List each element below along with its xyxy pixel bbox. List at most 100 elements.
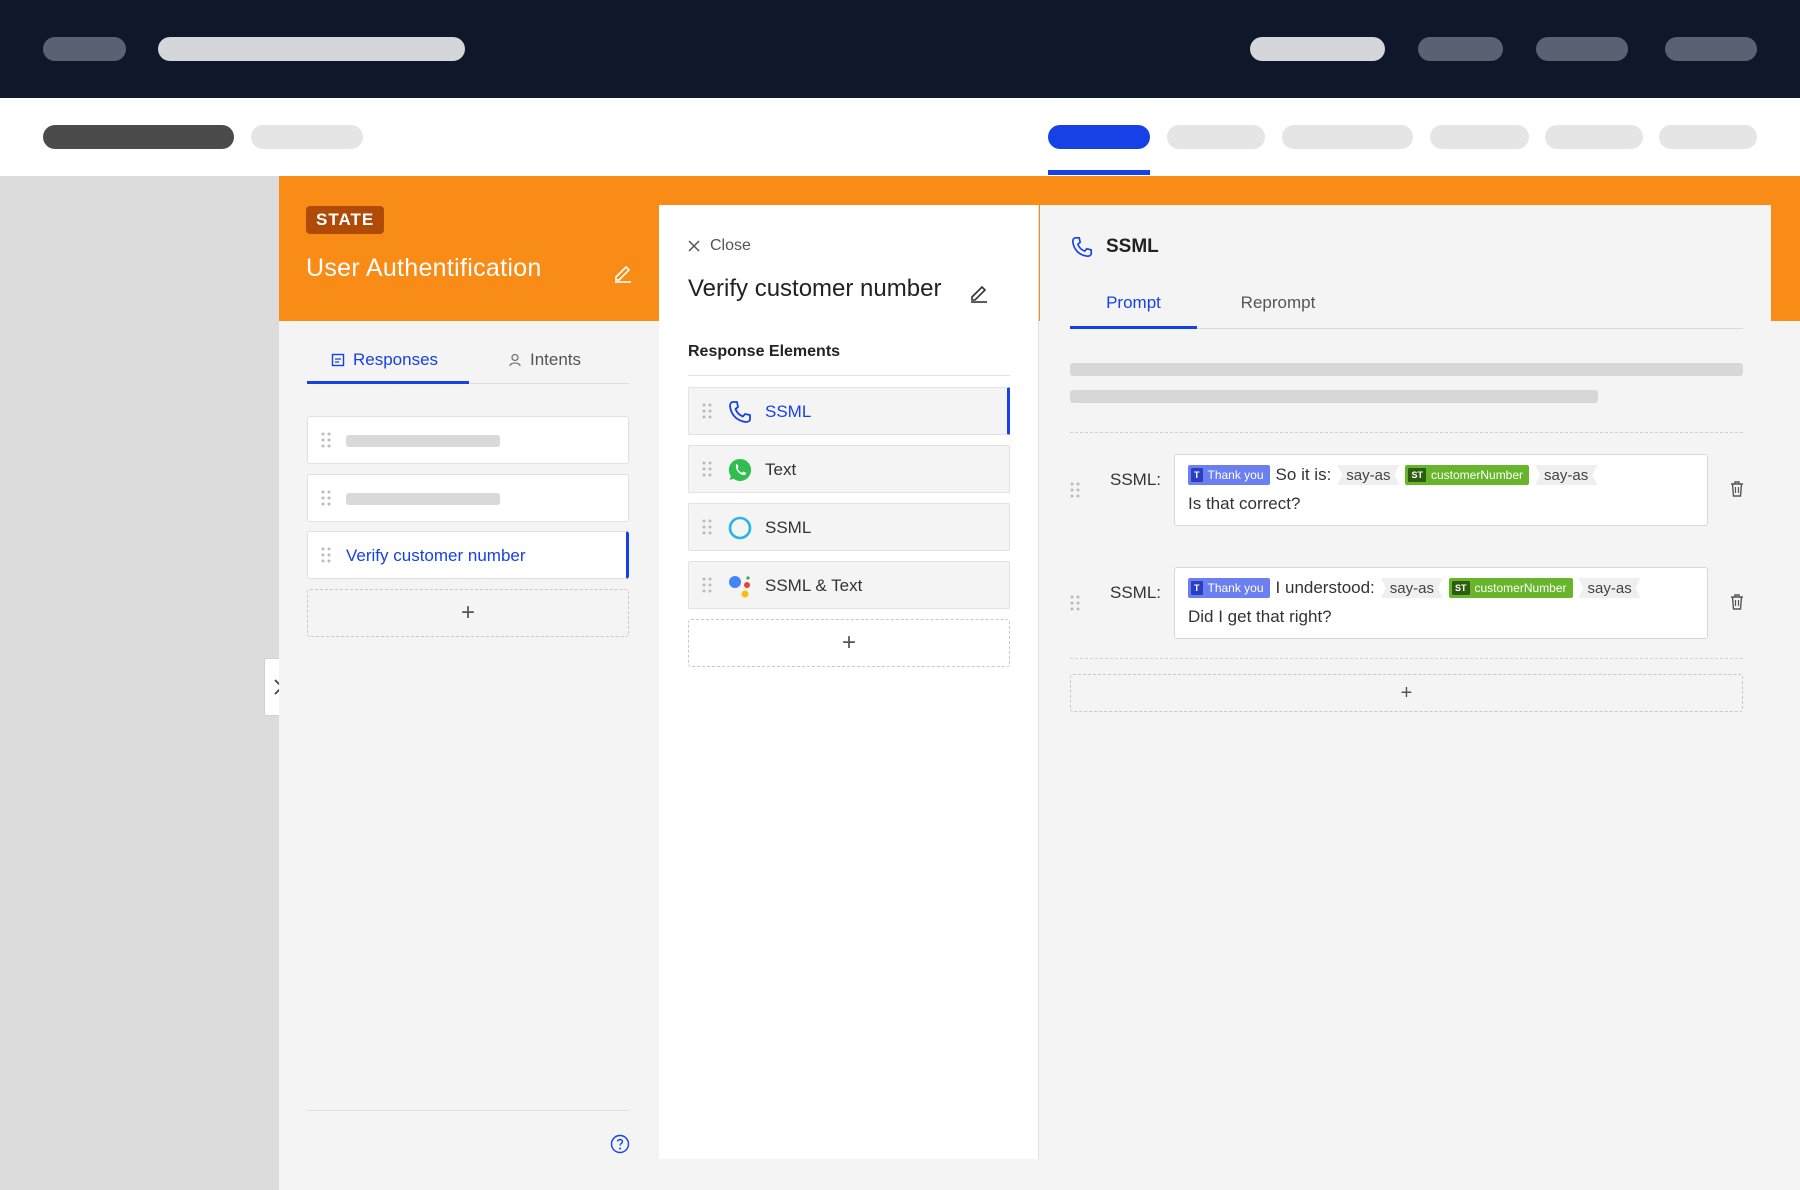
response-detail-panel: Close Verify customer number Response El… [659, 205, 1039, 1159]
drag-handle-icon[interactable] [1070, 482, 1080, 498]
variable-chip[interactable]: ST customerNumber [1405, 465, 1530, 485]
chip-text: Thank you [1207, 581, 1264, 595]
edit-response-icon[interactable] [968, 281, 990, 303]
tab-intents[interactable]: Intents [508, 336, 581, 384]
person-icon [509, 353, 521, 367]
tab-placeholder-6[interactable] [1659, 125, 1757, 149]
variable-chip[interactable]: ST customerNumber [1448, 578, 1573, 598]
say-as-tag[interactable]: say-as [1337, 465, 1400, 485]
response-element-label: SSML & Text [765, 576, 863, 595]
help-icon[interactable] [610, 1134, 630, 1154]
google-assistant-icon [729, 576, 750, 598]
drag-handle-icon[interactable] [702, 519, 712, 535]
add-ssml-button[interactable]: + [1070, 674, 1743, 712]
tab-placeholder-4[interactable] [1430, 125, 1529, 149]
tab-placeholder-2[interactable] [1167, 125, 1265, 149]
ssml-header: SSML [1070, 235, 1159, 259]
add-response-element-button[interactable]: + [688, 619, 1010, 667]
ssml-row-label: SSML: [1110, 583, 1162, 602]
phone-icon [729, 401, 751, 423]
response-element-alexa-ssml[interactable]: SSML [688, 503, 1010, 551]
response-element-label: SSML [765, 402, 812, 421]
close-icon [688, 240, 700, 252]
chip-text: Thank you [1207, 468, 1264, 482]
description-placeholder [1070, 390, 1598, 403]
ssml-row: SSML: T Thank you So it is: say-as ST cust… [1070, 454, 1743, 526]
response-element-label: SSML [765, 518, 812, 537]
list-item-verify-customer-number[interactable]: Verify customer number [307, 531, 629, 579]
close-button[interactable]: Close [688, 237, 751, 255]
section-divider [688, 375, 1010, 376]
ssml-input[interactable]: T Thank you So it is: say-as ST customerNu… [1174, 454, 1708, 526]
placeholder-bar [346, 435, 500, 447]
nav-placeholder-item-3[interactable] [1536, 37, 1628, 61]
response-elements-heading: Response Elements [688, 343, 841, 360]
placeholder-bar [346, 493, 500, 505]
response-element-label: Text [765, 460, 797, 479]
response-element-text[interactable]: Text [688, 445, 1010, 493]
nav-placeholder-project[interactable] [158, 37, 465, 61]
drag-handle-icon[interactable] [702, 403, 712, 419]
ssml-line-1: T Thank you So it is: say-as ST customerNu… [1188, 465, 1598, 485]
trash-icon[interactable] [1729, 593, 1745, 611]
ssml-title: SSML [1106, 236, 1159, 257]
drag-handle-icon[interactable] [321, 547, 331, 563]
tab-placeholder-3[interactable] [1282, 125, 1413, 149]
ssml-text: So it is: [1275, 465, 1332, 484]
ssml-line-2: Did I get that right? [1188, 607, 1332, 626]
ssml-line-1: T Thank you I understood: say-as ST custom… [1188, 578, 1641, 598]
text-chip[interactable]: T Thank you [1188, 578, 1270, 598]
response-element-ssml-text[interactable]: SSML & Text [688, 561, 1010, 609]
phone-icon [1071, 236, 1093, 258]
response-element-ssml[interactable]: SSML [688, 387, 1010, 435]
drag-handle-icon[interactable] [702, 577, 712, 593]
state-panel: STATE User Authentification Responses In… [279, 176, 1800, 1190]
chip-tag: ST [1408, 468, 1426, 482]
drag-handle-icon[interactable] [702, 461, 712, 477]
tab-intents-label: Intents [530, 350, 582, 369]
nav-placeholder-item-2[interactable] [1418, 37, 1503, 61]
top-navigation-bar [0, 0, 1800, 98]
breadcrumb-placeholder-2[interactable] [251, 125, 363, 149]
nav-placeholder-logo[interactable] [43, 37, 126, 61]
chip-tag: T [1191, 581, 1203, 595]
say-as-tag[interactable]: say-as [1380, 578, 1443, 598]
ssml-text: I understood: [1275, 578, 1375, 597]
dashed-divider [1070, 432, 1743, 433]
ssml-input[interactable]: T Thank you I understood: say-as ST custom… [1174, 567, 1708, 639]
list-item[interactable] [307, 474, 629, 522]
drag-handle-icon[interactable] [1070, 595, 1080, 611]
breadcrumb-placeholder[interactable] [43, 125, 234, 149]
state-title: User Authentification [306, 254, 542, 282]
trash-icon[interactable] [1729, 480, 1745, 498]
alexa-icon [728, 516, 752, 540]
chip-variable: customerNumber [1431, 468, 1524, 482]
drag-handle-icon[interactable] [321, 432, 331, 448]
response-title: Verify customer number [688, 275, 942, 302]
tab-prompt[interactable]: Prompt [1070, 277, 1197, 329]
drag-handle-icon[interactable] [321, 490, 331, 506]
tab-responses[interactable]: Responses [331, 336, 438, 384]
tab-placeholder-active[interactable] [1048, 125, 1150, 149]
chip-tag: T [1191, 468, 1203, 482]
text-chip[interactable]: T Thank you [1188, 465, 1270, 485]
description-placeholder [1070, 363, 1743, 376]
close-label: Close [710, 237, 751, 254]
content-area: STATE User Authentification Responses In… [0, 176, 1800, 1190]
tab-reprompt[interactable]: Reprompt [1197, 277, 1359, 329]
add-response-button[interactable]: + [307, 589, 629, 637]
say-as-tag[interactable]: say-as [1535, 465, 1598, 485]
list-item[interactable] [307, 416, 629, 464]
sub-header [0, 98, 1800, 176]
whatsapp-icon [728, 458, 752, 481]
prompt-tabs: Prompt Reprompt [1070, 277, 1743, 329]
tab-placeholder-5[interactable] [1545, 125, 1643, 149]
ssml-line-2: Is that correct? [1188, 494, 1301, 513]
list-item-label: Verify customer number [346, 546, 526, 565]
chip-variable: customerNumber [1474, 581, 1567, 595]
responses-icon [331, 353, 345, 367]
say-as-tag[interactable]: say-as [1578, 578, 1641, 598]
edit-state-icon[interactable] [612, 261, 634, 283]
nav-placeholder-item-4[interactable] [1665, 37, 1757, 61]
nav-placeholder-item-1[interactable] [1250, 37, 1385, 61]
